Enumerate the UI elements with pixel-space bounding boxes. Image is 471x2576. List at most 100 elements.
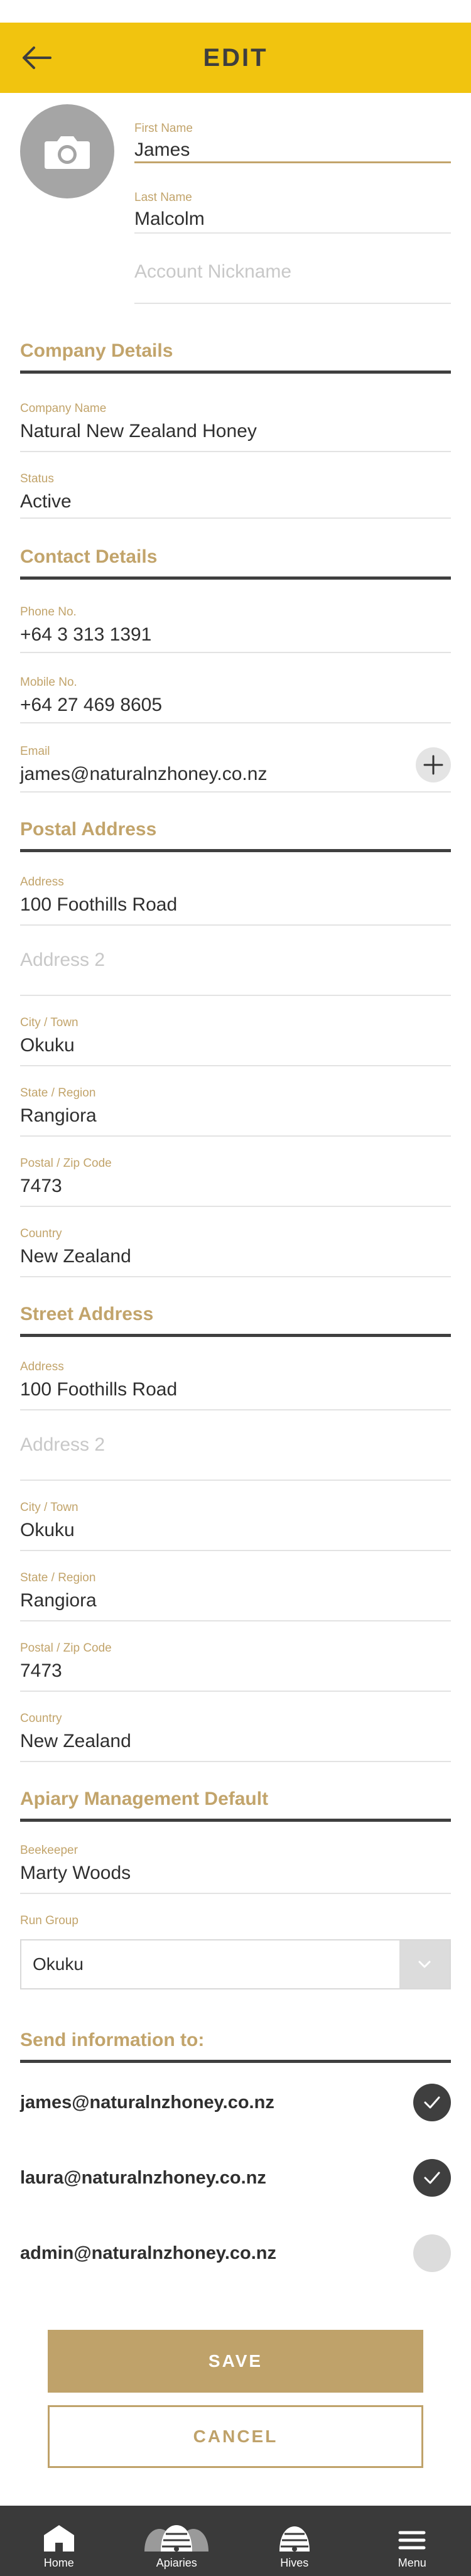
street-country-label: Country bbox=[20, 1712, 62, 1725]
postal-address-label: Address bbox=[20, 875, 64, 889]
tab-menu[interactable]: Menu bbox=[354, 2506, 471, 2576]
first-name-field[interactable]: First Name James bbox=[134, 93, 451, 163]
postal-state-value: Rangiora bbox=[20, 1105, 97, 1126]
street-city-field[interactable]: City / Town Okuku bbox=[20, 1501, 451, 1551]
first-name-value: James bbox=[134, 139, 190, 160]
postal-country-field[interactable]: Country New Zealand bbox=[20, 1227, 451, 1277]
street-state-field[interactable]: State / Region Rangiora bbox=[20, 1571, 451, 1621]
chevron-down-icon bbox=[418, 1961, 431, 1968]
check-icon bbox=[424, 2096, 440, 2109]
save-button[interactable]: SAVE bbox=[48, 2330, 423, 2393]
postal-city-value: Okuku bbox=[20, 1035, 75, 1056]
avatar-photo-button[interactable] bbox=[20, 104, 114, 198]
email-label: Email bbox=[20, 745, 50, 758]
postal-address-field[interactable]: Address 100 Foothills Road bbox=[20, 875, 451, 926]
phone-value: +64 3 313 1391 bbox=[20, 624, 152, 645]
tab-hives[interactable]: Hives bbox=[236, 2506, 354, 2576]
send-information-title: Send information to: bbox=[20, 2030, 451, 2063]
first-name-label: First Name bbox=[134, 122, 193, 135]
postal-country-value: New Zealand bbox=[20, 1246, 131, 1267]
mobile-label: Mobile No. bbox=[20, 676, 77, 689]
beekeeper-value: Marty Woods bbox=[20, 1863, 131, 1883]
status-bar bbox=[0, 0, 471, 23]
check-icon bbox=[424, 2172, 440, 2184]
street-country-value: New Zealand bbox=[20, 1731, 131, 1751]
postal-zip-label: Postal / Zip Code bbox=[20, 1157, 112, 1170]
company-name-value: Natural New Zealand Honey bbox=[20, 421, 257, 441]
tab-menu-label: Menu bbox=[398, 2557, 426, 2569]
postal-address2-field[interactable]: Address 2 bbox=[20, 926, 451, 996]
plus-icon bbox=[423, 755, 443, 775]
postal-address2-placeholder: Address 2 bbox=[20, 950, 106, 970]
tab-hives-label: Hives bbox=[280, 2557, 309, 2569]
street-address-title: Street Address bbox=[20, 1304, 451, 1337]
email-field[interactable]: Email james@naturalnzhoney.co.nz bbox=[20, 745, 451, 793]
status-value: Active bbox=[20, 491, 72, 512]
tab-home[interactable]: Home bbox=[0, 2506, 118, 2576]
back-arrow-icon bbox=[23, 46, 51, 69]
run-group-select[interactable]: Okuku bbox=[20, 1939, 451, 1989]
tab-apiaries[interactable]: Apiaries bbox=[118, 2506, 236, 2576]
recipient-checkbox[interactable] bbox=[413, 2234, 451, 2272]
add-email-button[interactable] bbox=[416, 747, 451, 782]
street-state-value: Rangiora bbox=[20, 1590, 97, 1611]
postal-city-label: City / Town bbox=[20, 1016, 78, 1029]
run-group-value: Okuku bbox=[33, 1954, 84, 1974]
postal-country-label: Country bbox=[20, 1227, 62, 1240]
company-name-label: Company Name bbox=[20, 402, 107, 415]
home-icon bbox=[43, 2525, 74, 2552]
street-address2-field[interactable]: Address 2 bbox=[20, 1410, 451, 1481]
phone-label: Phone No. bbox=[20, 605, 77, 619]
street-address2-placeholder: Address 2 bbox=[20, 1434, 106, 1455]
profile-section: First Name James Last Name Malcolm Accou… bbox=[20, 93, 451, 374]
status-field[interactable]: Status Active bbox=[20, 472, 451, 519]
cancel-button[interactable]: CANCEL bbox=[48, 2405, 423, 2468]
apiary-management-title: Apiary Management Default bbox=[20, 1789, 451, 1822]
page-title: EDIT bbox=[203, 43, 268, 72]
postal-city-field[interactable]: City / Town Okuku bbox=[20, 1016, 451, 1066]
street-address-field[interactable]: Address 100 Foothills Road bbox=[20, 1360, 451, 1410]
run-group-label: Run Group bbox=[20, 1914, 78, 1927]
postal-state-field[interactable]: State / Region Rangiora bbox=[20, 1086, 451, 1137]
camera-icon bbox=[45, 136, 90, 169]
company-name-field[interactable]: Company Name Natural New Zealand Honey bbox=[20, 402, 451, 452]
street-zip-field[interactable]: Postal / Zip Code 7473 bbox=[20, 1642, 451, 1692]
phone-field[interactable]: Phone No. +64 3 313 1391 bbox=[20, 605, 451, 653]
hive-icon bbox=[279, 2526, 310, 2552]
contact-details-title: Contact Details bbox=[20, 546, 451, 580]
last-name-field[interactable]: Last Name Malcolm bbox=[134, 163, 451, 234]
edit-form: First Name James Last Name Malcolm Accou… bbox=[0, 93, 471, 2468]
run-group-dropdown-toggle[interactable] bbox=[399, 1940, 450, 1988]
recipient-row-admin: admin@naturalnzhoney.co.nz bbox=[20, 2234, 451, 2272]
beekeeper-label: Beekeeper bbox=[20, 1844, 78, 1857]
postal-address-title: Postal Address bbox=[20, 819, 451, 852]
recipient-checkbox[interactable] bbox=[413, 2084, 451, 2121]
street-address-value: 100 Foothills Road bbox=[20, 1379, 178, 1400]
street-zip-label: Postal / Zip Code bbox=[20, 1642, 112, 1655]
mobile-field[interactable]: Mobile No. +64 27 469 8605 bbox=[20, 676, 451, 723]
hamburger-menu-icon bbox=[398, 2531, 426, 2550]
recipient-row-laura: laura@naturalnzhoney.co.nz bbox=[20, 2159, 451, 2197]
recipient-checkbox[interactable] bbox=[413, 2159, 451, 2197]
bottom-tab-bar: Home Apiaries Hives Menu bbox=[0, 2506, 471, 2576]
street-city-value: Okuku bbox=[20, 1520, 75, 1540]
beekeeper-field[interactable]: Beekeeper Marty Woods bbox=[20, 1844, 451, 1894]
company-details-title: Company Details bbox=[20, 340, 451, 374]
app-header: EDIT bbox=[0, 23, 471, 93]
street-state-label: State / Region bbox=[20, 1571, 96, 1584]
street-zip-value: 7473 bbox=[20, 1660, 62, 1681]
beehives-icon bbox=[144, 2525, 209, 2552]
postal-zip-value: 7473 bbox=[20, 1176, 62, 1196]
back-button[interactable] bbox=[21, 45, 54, 70]
postal-zip-field[interactable]: Postal / Zip Code 7473 bbox=[20, 1157, 451, 1207]
recipient-row-james: james@naturalnzhoney.co.nz bbox=[20, 2084, 451, 2121]
mobile-value: +64 27 469 8605 bbox=[20, 695, 163, 715]
street-country-field[interactable]: Country New Zealand bbox=[20, 1712, 451, 1762]
last-name-value: Malcolm bbox=[134, 208, 205, 229]
recipient-email: james@naturalnzhoney.co.nz bbox=[20, 2092, 274, 2113]
postal-address-value: 100 Foothills Road bbox=[20, 894, 178, 915]
account-nickname-field[interactable]: Account Nickname bbox=[134, 234, 451, 304]
email-value: james@naturalnzhoney.co.nz bbox=[20, 764, 268, 784]
last-name-label: Last Name bbox=[134, 191, 192, 204]
recipient-email: laura@naturalnzhoney.co.nz bbox=[20, 2167, 266, 2188]
